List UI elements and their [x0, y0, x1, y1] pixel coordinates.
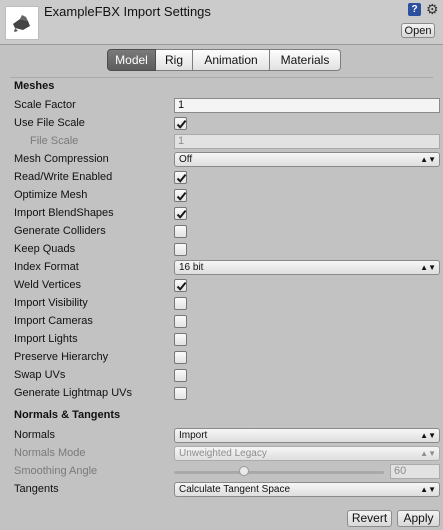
mesh-compression-value: Off: [179, 154, 193, 165]
use-file-scale-checkbox[interactable]: [174, 117, 187, 130]
checkmark-icon: [176, 281, 187, 291]
import-blendshapes-checkbox[interactable]: [174, 207, 187, 220]
tab-rig[interactable]: Rig: [156, 49, 193, 71]
fbx-asset-icon: [5, 6, 39, 40]
index-format-dropdown[interactable]: 16 bit ▲▼: [174, 260, 440, 275]
tab-animation[interactable]: Animation: [193, 49, 270, 71]
use-file-scale-label: Use File Scale: [14, 117, 85, 129]
generate-colliders-label: Generate Colliders: [14, 225, 106, 237]
read-write-row: Read/Write Enabled: [0, 169, 443, 187]
tangents-value: Calculate Tangent Space: [179, 484, 291, 495]
mesh-compression-dropdown[interactable]: Off ▲▼: [174, 152, 440, 167]
checkmark-icon: [176, 119, 187, 129]
index-format-value: 16 bit: [179, 262, 204, 273]
import-lights-checkbox[interactable]: [174, 333, 187, 346]
scale-factor-label: Scale Factor: [14, 99, 76, 111]
swap-uvs-checkbox[interactable]: [174, 369, 187, 382]
normals-label: Normals: [14, 429, 55, 441]
smoothing-angle-slider-thumb: [239, 466, 249, 476]
generate-colliders-row: Generate Colliders: [0, 223, 443, 241]
checkmark-icon: [176, 173, 187, 183]
preserve-hierarchy-row: Preserve Hierarchy: [0, 349, 443, 367]
normals-mode-dropdown: Unweighted Legacy ▲▼: [174, 446, 440, 461]
keep-quads-label: Keep Quads: [14, 243, 76, 255]
preserve-hierarchy-label: Preserve Hierarchy: [14, 351, 109, 363]
updown-arrow-icon: ▲▼: [420, 449, 436, 458]
import-lights-label: Import Lights: [14, 333, 78, 345]
smoothing-angle-row: Smoothing Angle 60: [0, 463, 443, 481]
file-scale-row: File Scale 1: [0, 133, 443, 151]
generate-lightmap-uvs-label: Generate Lightmap UVs: [14, 387, 133, 399]
generate-lightmap-uvs-checkbox[interactable]: [174, 387, 187, 400]
import-visibility-checkbox[interactable]: [174, 297, 187, 310]
swap-uvs-row: Swap UVs: [0, 367, 443, 385]
preserve-hierarchy-checkbox[interactable]: [174, 351, 187, 364]
normals-mode-label: Normals Mode: [14, 447, 86, 459]
updown-arrow-icon: ▲▼: [420, 485, 436, 494]
use-file-scale-row: Use File Scale: [0, 115, 443, 133]
index-format-label: Index Format: [14, 261, 79, 273]
import-visibility-label: Import Visibility: [14, 297, 88, 309]
gear-icon[interactable]: ⚙: [426, 1, 439, 18]
scale-factor-input[interactable]: 1: [174, 98, 440, 113]
optimize-mesh-checkbox[interactable]: [174, 189, 187, 202]
keep-quads-row: Keep Quads: [0, 241, 443, 259]
weld-vertices-label: Weld Vertices: [14, 279, 82, 291]
normals-tangents-heading: Normals & Tangents: [14, 409, 121, 421]
tangents-label: Tangents: [14, 483, 59, 495]
import-cameras-checkbox[interactable]: [174, 315, 187, 328]
import-cameras-label: Import Cameras: [14, 315, 93, 327]
checkmark-icon: [176, 209, 187, 219]
mesh-compression-row: Mesh Compression Off ▲▼: [0, 151, 443, 169]
import-cameras-row: Import Cameras: [0, 313, 443, 331]
swap-uvs-label: Swap UVs: [14, 369, 66, 381]
scale-factor-row: Scale Factor 1: [0, 97, 443, 115]
updown-arrow-icon: ▲▼: [420, 155, 436, 164]
inspector-title: ExampleFBX Import Settings: [44, 4, 211, 19]
import-lights-row: Import Lights: [0, 331, 443, 349]
import-visibility-row: Import Visibility: [0, 295, 443, 313]
normals-value: Import: [179, 430, 208, 441]
meshes-heading: Meshes: [14, 80, 55, 92]
inspector-header: ExampleFBX Import Settings ? ⚙ Open: [0, 0, 443, 45]
generate-lightmap-uvs-row: Generate Lightmap UVs: [0, 385, 443, 403]
generate-colliders-checkbox[interactable]: [174, 225, 187, 238]
index-format-row: Index Format 16 bit ▲▼: [0, 259, 443, 277]
normals-dropdown[interactable]: Import ▲▼: [174, 428, 440, 443]
normals-row: Normals Import ▲▼: [0, 427, 443, 445]
revert-button[interactable]: Revert: [347, 510, 392, 527]
tangents-row: Tangents Calculate Tangent Space ▲▼: [0, 481, 443, 499]
checkmark-icon: [176, 191, 187, 201]
updown-arrow-icon: ▲▼: [420, 263, 436, 272]
weld-vertices-checkbox[interactable]: [174, 279, 187, 292]
tab-divider: [10, 77, 433, 78]
smoothing-angle-slider: [174, 471, 384, 474]
read-write-checkbox[interactable]: [174, 171, 187, 184]
optimize-mesh-label: Optimize Mesh: [14, 189, 88, 201]
normals-mode-row: Normals Mode Unweighted Legacy ▲▼: [0, 445, 443, 463]
updown-arrow-icon: ▲▼: [420, 431, 436, 440]
keep-quads-checkbox[interactable]: [174, 243, 187, 256]
import-blendshapes-row: Import BlendShapes: [0, 205, 443, 223]
smoothing-angle-input: 60: [390, 464, 440, 479]
help-icon[interactable]: ?: [408, 3, 421, 16]
file-scale-label: File Scale: [30, 135, 79, 147]
optimize-mesh-row: Optimize Mesh: [0, 187, 443, 205]
weld-vertices-row: Weld Vertices: [0, 277, 443, 295]
open-button[interactable]: Open: [401, 23, 435, 38]
normals-mode-value: Unweighted Legacy: [179, 448, 267, 459]
read-write-label: Read/Write Enabled: [14, 171, 113, 183]
tab-model[interactable]: Model: [107, 49, 156, 71]
import-tabs: Model Rig Animation Materials: [107, 49, 341, 71]
smoothing-angle-label: Smoothing Angle: [14, 465, 98, 477]
import-blendshapes-label: Import BlendShapes: [14, 207, 114, 219]
mesh-compression-label: Mesh Compression: [14, 153, 109, 165]
tab-materials[interactable]: Materials: [270, 49, 341, 71]
file-scale-input: 1: [174, 134, 440, 149]
apply-button[interactable]: Apply: [397, 510, 440, 527]
tangents-dropdown[interactable]: Calculate Tangent Space ▲▼: [174, 482, 440, 497]
